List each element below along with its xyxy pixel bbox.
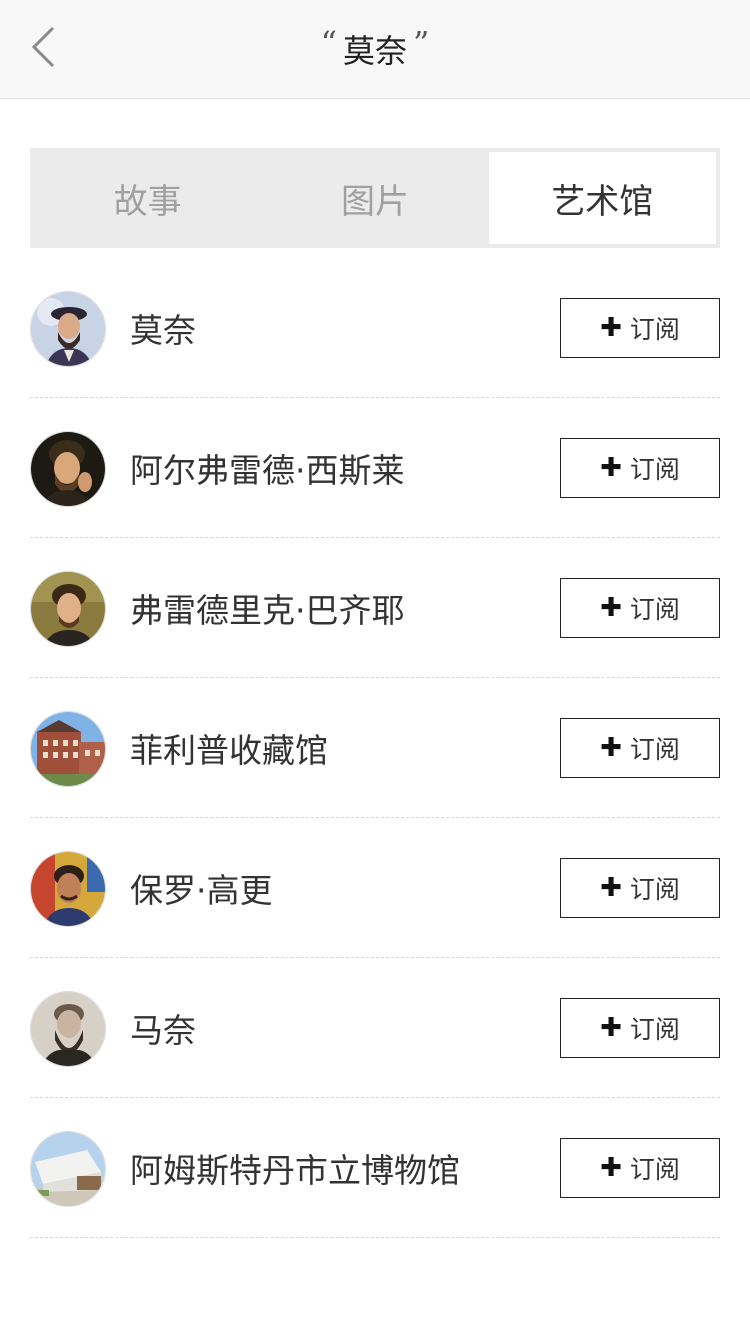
avatar [30, 290, 106, 367]
avatar [30, 1130, 106, 1207]
list-item[interactable]: 阿姆斯特丹市立博物馆 ✚ 订阅 [30, 1098, 720, 1238]
plus-icon: ✚ [600, 593, 622, 623]
avatar [30, 570, 106, 647]
tab-bar: 故事 图片 艺术馆 [30, 148, 720, 248]
close-quote: ” [413, 24, 430, 62]
avatar [30, 430, 106, 507]
avatar [30, 710, 106, 787]
subscribe-button[interactable]: ✚ 订阅 [560, 858, 720, 918]
subscribe-label: 订阅 [629, 875, 680, 904]
subscribe-button[interactable]: ✚ 订阅 [560, 438, 720, 498]
subscribe-button[interactable]: ✚ 订阅 [560, 1138, 720, 1198]
avatar [30, 990, 106, 1067]
plus-icon: ✚ [600, 313, 622, 343]
artist-list: 莫奈 ✚ 订阅 阿尔弗雷德·西斯莱 ✚ 订阅 弗雷德里克·巴齐耶 ✚ 订阅 菲利… [30, 258, 720, 1238]
list-item[interactable]: 莫奈 ✚ 订阅 [30, 258, 720, 398]
list-item[interactable]: 弗雷德里克·巴齐耶 ✚ 订阅 [30, 538, 720, 678]
tab-stories[interactable]: 故事 [34, 152, 261, 244]
top-nav-bar: “ 莫奈 ” [0, 0, 750, 99]
subscribe-label: 订阅 [629, 735, 680, 764]
plus-icon: ✚ [600, 1153, 622, 1183]
subscribe-button[interactable]: ✚ 订阅 [560, 998, 720, 1058]
subscribe-label: 订阅 [629, 315, 680, 344]
list-item[interactable]: 马奈 ✚ 订阅 [30, 958, 720, 1098]
page-title: “ 莫奈 ” [0, 0, 750, 98]
subscribe-label: 订阅 [629, 1155, 680, 1184]
subscribe-button[interactable]: ✚ 订阅 [560, 718, 720, 778]
list-item[interactable]: 菲利普收藏馆 ✚ 订阅 [30, 678, 720, 818]
list-item[interactable]: 阿尔弗雷德·西斯莱 ✚ 订阅 [30, 398, 720, 538]
tab-pictures[interactable]: 图片 [261, 152, 488, 244]
open-quote: “ [320, 24, 337, 62]
page-title-text: 莫奈 [342, 32, 407, 70]
list-item[interactable]: 保罗·高更 ✚ 订阅 [30, 818, 720, 958]
subscribe-label: 订阅 [629, 595, 680, 624]
plus-icon: ✚ [600, 453, 622, 483]
tab-galleries[interactable]: 艺术馆 [488, 152, 716, 244]
plus-icon: ✚ [600, 873, 622, 903]
avatar [30, 850, 106, 927]
subscribe-label: 订阅 [629, 455, 680, 484]
plus-icon: ✚ [600, 1013, 622, 1043]
subscribe-button[interactable]: ✚ 订阅 [560, 298, 720, 358]
plus-icon: ✚ [600, 733, 622, 763]
subscribe-label: 订阅 [629, 1015, 680, 1044]
subscribe-button[interactable]: ✚ 订阅 [560, 578, 720, 638]
